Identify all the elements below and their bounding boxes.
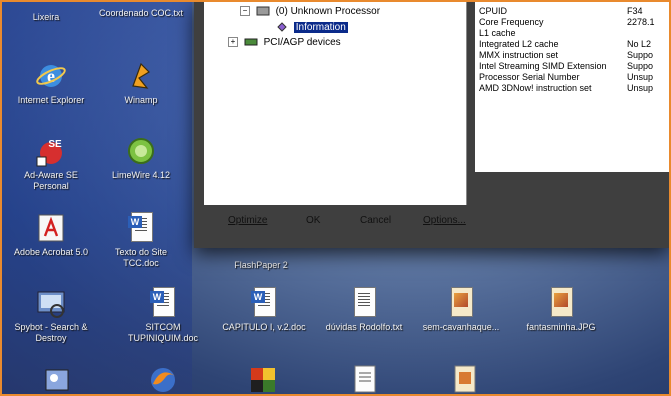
desktop-icon-sitcom[interactable]: W SITCOM TUPINIQUIM.doc — [119, 287, 207, 344]
text-file-icon — [351, 287, 377, 319]
desktop-icon-internet-explorer[interactable]: e Internet Explorer — [7, 60, 95, 106]
icon-label: fantasminha.JPG — [526, 322, 596, 332]
svg-text:SE: SE — [48, 139, 62, 150]
word-document-icon: W — [251, 287, 277, 319]
property-name: Core Frequency — [479, 17, 544, 27]
information-icon — [277, 22, 287, 32]
icon-label: FlashPaper 2 — [234, 260, 288, 270]
firefox-icon[interactable] — [147, 364, 179, 394]
desktop-icon-spybot[interactable]: Spybot - Search & Destroy — [7, 287, 95, 344]
flashpaper-icon[interactable] — [247, 364, 279, 394]
property-name: AMD 3DNow! instruction set — [479, 83, 592, 93]
pci-card-icon — [244, 38, 258, 46]
property-row[interactable]: Intel Streaming SIMD Extension Suppo — [479, 61, 653, 71]
property-value: Suppo — [627, 50, 654, 60]
system-info-window: − (0) Unknown Processor Information + PC… — [194, 2, 669, 248]
collapse-icon[interactable]: − — [240, 6, 250, 17]
property-name: Integrated L2 cache — [479, 39, 559, 49]
tree-item-information[interactable]: Information — [276, 21, 348, 33]
spybot-icon — [37, 291, 65, 318]
desktop-icon-sem-cavanhaque[interactable]: sem-cavanhaque... — [417, 287, 505, 333]
tree-label-pci: PCI/AGP devices — [263, 37, 341, 48]
icon-label: CAPITULO I, v.2.doc — [222, 322, 306, 332]
desktop-icon-adaware[interactable]: SE Ad-Aware SE Personal — [7, 135, 95, 192]
limewire-icon — [128, 138, 154, 164]
icon-label: sem-cavanhaque... — [422, 322, 500, 332]
property-value: 2278.1 — [627, 17, 655, 27]
desktop-icon-coordenado[interactable]: Coordenado COC.txt — [97, 8, 185, 19]
cancel-button[interactable]: Cancel — [360, 215, 391, 226]
tree-item-processor[interactable]: − (0) Unknown Processor — [240, 6, 380, 17]
property-row[interactable]: Processor Serial Number Unsup — [479, 72, 653, 82]
internet-explorer-icon: e — [36, 65, 66, 87]
property-name: Processor Serial Number — [479, 72, 580, 82]
icon-label: LimeWire 4.12 — [111, 170, 171, 180]
options-label: Options... — [423, 215, 466, 226]
ok-label: OK — [306, 215, 321, 226]
expand-icon[interactable]: + — [228, 37, 238, 48]
icon-label: dúvidas Rodolfo.txt — [325, 322, 403, 332]
options-button[interactable]: Options... — [423, 215, 466, 226]
property-name: L1 cache — [479, 28, 516, 38]
properties-panel: CPUID F34 Core Frequency 2278.1 L1 cache Inte… — [475, 2, 669, 172]
desktop-icon-flashpaper[interactable]: FlashPaper 2 — [217, 260, 305, 271]
device-tree[interactable]: − (0) Unknown Processor Information + PC… — [204, 2, 467, 205]
property-value: Unsup — [627, 72, 654, 82]
icon-label: Ad-Aware SE Personal — [24, 170, 78, 191]
icon-label: Coordenado COC.txt — [98, 8, 184, 18]
icon-label: SITCOM TUPINIQUIM.doc — [127, 322, 198, 343]
property-row[interactable]: Integrated L2 cache No L2 — [479, 39, 651, 49]
icon-label: Lixeira — [32, 12, 60, 22]
text-file-icon[interactable] — [352, 364, 378, 394]
desktop-icon-limewire[interactable]: LimeWire 4.12 — [97, 135, 185, 181]
property-row[interactable]: CPUID F34 — [479, 6, 643, 16]
icon-label: Winamp — [124, 95, 158, 105]
desktop-icon-duvidas[interactable]: dúvidas Rodolfo.txt — [320, 287, 408, 333]
word-document-icon: W — [150, 287, 176, 319]
image-file-icon[interactable] — [452, 364, 478, 394]
desktop-icon-texto-site[interactable]: W Texto do Site TCC.doc — [97, 212, 185, 269]
adaware-icon: SE — [36, 139, 62, 167]
winamp-icon — [132, 62, 150, 89]
property-name: CPUID — [479, 6, 508, 16]
processor-icon — [256, 6, 270, 16]
icon-label: Internet Explorer — [17, 95, 85, 105]
icon-label: Texto do Site TCC.doc — [114, 247, 168, 268]
image-file-icon — [448, 287, 474, 319]
desktop-icon-capitulo[interactable]: W CAPITULO I, v.2.doc — [220, 287, 308, 333]
property-row[interactable]: L1 cache — [479, 28, 516, 38]
property-value: Suppo — [627, 61, 654, 71]
property-value: F34 — [627, 6, 643, 16]
media-player-icon[interactable] — [42, 364, 74, 394]
property-row[interactable]: AMD 3DNow! instruction set Unsup — [479, 83, 653, 93]
optimize-label: Optimize — [228, 215, 268, 226]
acrobat-icon — [38, 214, 64, 242]
icon-label: Adobe Acrobat 5.0 — [13, 247, 89, 257]
ok-button[interactable]: OK — [306, 215, 320, 226]
image-file-icon — [548, 287, 574, 319]
property-name: Intel Streaming SIMD Extension — [479, 61, 607, 71]
desktop-icon-lixeira[interactable]: Lixeira — [2, 12, 90, 23]
tree-label-information: Information — [293, 21, 348, 33]
tree-item-pci[interactable]: + PCI/AGP devices — [228, 37, 341, 48]
desktop-icon-acrobat[interactable]: Adobe Acrobat 5.0 — [7, 212, 95, 258]
word-document-icon: W — [128, 212, 154, 244]
desktop: Lixeira Coordenado COC.txt e Internet Ex… — [0, 0, 671, 396]
property-row[interactable]: Core Frequency 2278.1 — [479, 17, 655, 27]
desktop-icon-winamp[interactable]: Winamp — [97, 60, 185, 106]
cancel-label: Cancel — [360, 215, 392, 226]
tree-label-processor: (0) Unknown Processor — [275, 6, 381, 17]
desktop-icon-fantasminha[interactable]: fantasminha.JPG — [517, 287, 605, 333]
property-row[interactable]: MMX instruction set Suppo — [479, 50, 653, 60]
icon-label: Spybot - Search & Destroy — [14, 322, 88, 343]
property-value: No L2 — [627, 39, 652, 49]
optimize-button[interactable]: Optimize — [228, 215, 267, 226]
property-name: MMX instruction set — [479, 50, 559, 60]
property-value: Unsup — [627, 83, 654, 93]
